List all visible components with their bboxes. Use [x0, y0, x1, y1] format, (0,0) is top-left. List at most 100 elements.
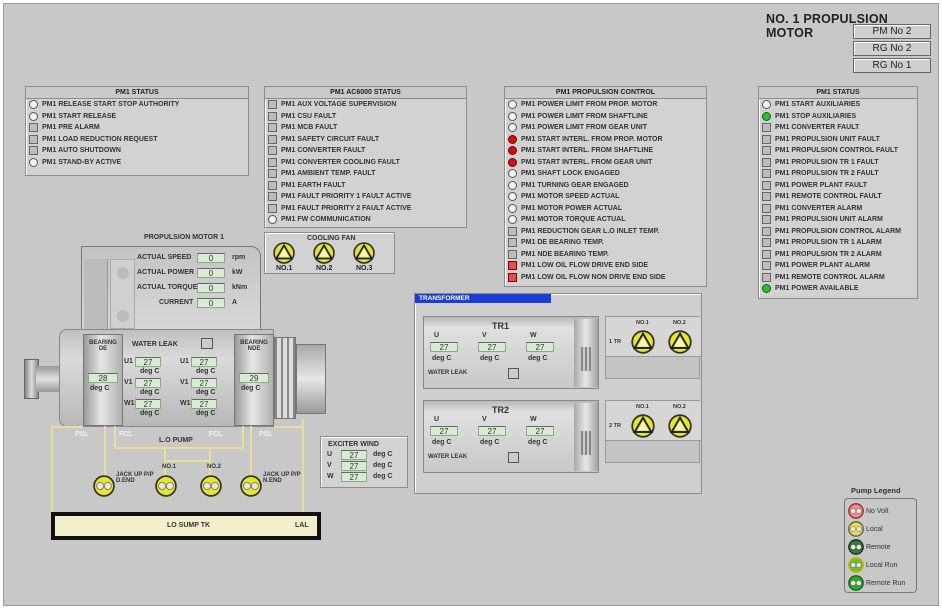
panel-title: PM1 STATUS: [759, 87, 917, 99]
lube-pump-icon[interactable]: [200, 475, 222, 502]
status-row[interactable]: PM1 START INTERL. FROM GEAR UNIT: [505, 157, 706, 169]
status-row[interactable]: PM1 PROPULSION TR 2 ALARM: [759, 249, 917, 261]
status-row[interactable]: PM1 POWER LIMIT FROM PROP. MOTOR: [505, 99, 706, 111]
status-row[interactable]: PM1 START INTERL. FROM SHAFTLINE: [505, 145, 706, 157]
pipe: [209, 448, 211, 476]
phase-unit: deg C: [432, 439, 452, 446]
status-row[interactable]: PM1 AMBIENT TEMP. FAULT: [265, 168, 466, 180]
status-label: PM1 START RELEASE: [42, 112, 117, 120]
status-row[interactable]: PM1 PROPULSION UNIT ALARM: [759, 214, 917, 226]
status-row[interactable]: PM1 LOW OIL FLOW NON DRIVE END SIDE: [505, 272, 706, 284]
status-row[interactable]: PM1 POWER AVAILABLE: [759, 283, 917, 295]
winding-unit: deg C: [196, 389, 216, 396]
status-row[interactable]: PM1 NDE BEARING TEMP.: [505, 249, 706, 261]
status-row[interactable]: PM1 START INTERL. FROM PROP. MOTOR: [505, 134, 706, 146]
status-label: PM1 POWER LIMIT FROM PROP. MOTOR: [521, 101, 658, 109]
status-row[interactable]: PM1 FW COMMUNICATION: [265, 214, 466, 226]
status-row[interactable]: PM1 START RELEASE: [26, 111, 248, 123]
status-row[interactable]: PM1 POWER PLANT ALARM: [759, 260, 917, 272]
bearing-nde-label: BEARING NDE: [240, 340, 268, 352]
status-square-icon: [29, 123, 38, 133]
status-row[interactable]: PM1 MOTOR POWER ACTUAL: [505, 203, 706, 215]
pm-no2-button[interactable]: PM No 2: [853, 24, 931, 39]
status-label: PM1 SHAFT LOCK ENGAGED: [521, 170, 620, 178]
status-row[interactable]: PM1 FAULT PRIORITY 1 FAULT ACTIVE: [265, 191, 466, 203]
transformer-fan-icon[interactable]: [668, 330, 692, 359]
cooling-fan-title: COOLING FAN: [307, 235, 356, 242]
status-row[interactable]: PM1 MOTOR TORQUE ACTUAL: [505, 214, 706, 226]
transformer-fan-icon[interactable]: [631, 330, 655, 359]
pump-status-icon: [848, 557, 864, 573]
transformer-panel: TRANSFORMER TR1 U 27 deg C V 27 deg C W 27 deg C W…: [414, 293, 702, 494]
status-row[interactable]: PM1 AUX VOLTAGE SUPERVISION: [265, 99, 466, 111]
bearing-de-label: BEARING DE: [89, 340, 117, 352]
status-row[interactable]: PM1 STOP AUXILIARIES: [759, 111, 917, 123]
fin-slot: [581, 347, 591, 371]
status-row[interactable]: PM1 TURNING GEAR ENGAGED: [505, 180, 706, 192]
rg-no1-button[interactable]: RG No 1: [853, 58, 931, 73]
status-label: PM1 AMBIENT TEMP. FAULT: [281, 170, 376, 178]
phase-value: 27: [478, 426, 506, 436]
water-leak-indicator[interactable]: [508, 368, 519, 379]
transformer-name: TR1: [492, 321, 510, 331]
pipe: [250, 426, 252, 476]
status-row[interactable]: PM1 RELEASE START STOP AUTHORITY: [26, 99, 248, 111]
status-row[interactable]: PM1 REMOTE CONTROL ALARM: [759, 272, 917, 284]
status-square-icon: [508, 249, 517, 259]
exciter-value: 27: [341, 472, 367, 482]
phase-label: W: [530, 416, 537, 423]
status-row[interactable]: PM1 CONVERTER FAULT: [759, 122, 917, 134]
status-row[interactable]: PM1 PROPULSION UNIT FAULT: [759, 134, 917, 146]
status-label: PM1 FW COMMUNICATION: [281, 216, 371, 224]
status-row[interactable]: PM1 EARTH FAULT: [265, 180, 466, 192]
status-row[interactable]: PM1 PROPULSION CONTROL FAULT: [759, 145, 917, 157]
status-row[interactable]: PM1 REDUCTION GEAR L.O INLET TEMP.: [505, 226, 706, 238]
legend-item: Remote Run: [848, 575, 905, 591]
status-row[interactable]: PM1 LOW OIL FLOW DRIVE END SIDE: [505, 260, 706, 272]
status-row[interactable]: PM1 DE BEARING TEMP.: [505, 237, 706, 249]
status-row[interactable]: PM1 CONVERTER FAULT: [265, 145, 466, 157]
lube-pump-icon[interactable]: [240, 475, 262, 502]
water-leak-indicator[interactable]: [508, 452, 519, 463]
lube-pump-icon[interactable]: [93, 475, 115, 502]
status-square-icon: [508, 261, 517, 271]
rg-no2-button[interactable]: RG No 2: [853, 41, 931, 56]
status-label: PM1 CSU FAULT: [281, 112, 337, 120]
status-row[interactable]: PM1 PROPULSION CONTROL ALARM: [759, 226, 917, 238]
status-row[interactable]: PM1 STAND-BY ACTIVE: [26, 157, 248, 169]
status-lamp-icon: [508, 215, 517, 225]
transformer-fan-icon[interactable]: [668, 414, 692, 443]
status-row[interactable]: PM1 FAULT PRIORITY 2 FAULT ACTIVE: [265, 203, 466, 215]
status-row[interactable]: PM1 MOTOR SPEED ACTUAL: [505, 191, 706, 203]
status-row[interactable]: PM1 SAFETY CIRCUIT FAULT: [265, 134, 466, 146]
winding-phase: U1: [124, 358, 133, 365]
water-leak-label: WATER LEAK: [132, 341, 178, 348]
status-square-icon: [29, 134, 38, 144]
status-row[interactable]: PM1 POWER LIMIT FROM GEAR UNIT: [505, 122, 706, 134]
lo-sump-label: LO SUMP TK: [167, 522, 211, 529]
status-square-icon: [268, 180, 277, 190]
water-leak-indicator[interactable]: [201, 338, 213, 349]
status-row[interactable]: PM1 START AUXILIARIES: [759, 99, 917, 111]
status-row[interactable]: PM1 PROPULSION TR 1 FAULT: [759, 157, 917, 169]
status-row[interactable]: PM1 PRE ALARM: [26, 122, 248, 134]
status-row[interactable]: PM1 REMOTE CONTROL FAULT: [759, 191, 917, 203]
status-row[interactable]: PM1 PROPULSION TR 1 ALARM: [759, 237, 917, 249]
lube-pump-icon[interactable]: [155, 475, 177, 502]
bearing-de-value: 28: [88, 373, 118, 383]
status-label: PM1 STAND-BY ACTIVE: [42, 158, 122, 166]
status-row[interactable]: PM1 SHAFT LOCK ENGAGED: [505, 168, 706, 180]
exciter-phase: V: [327, 462, 332, 469]
winding-phase: V1: [124, 379, 133, 386]
pipe: [164, 448, 166, 476]
status-row[interactable]: PM1 CSU FAULT: [265, 111, 466, 123]
status-row[interactable]: PM1 CONVERTER COOLING FAULT: [265, 157, 466, 169]
transformer-fan-icon[interactable]: [631, 414, 655, 443]
status-row[interactable]: PM1 LOAD REDUCTION REQUEST: [26, 134, 248, 146]
status-row[interactable]: PM1 CONVERTER ALARM: [759, 203, 917, 215]
status-row[interactable]: PM1 MCB FAULT: [265, 122, 466, 134]
status-row[interactable]: PM1 POWER LIMIT FROM SHAFTLINE: [505, 111, 706, 123]
status-row[interactable]: PM1 PROPULSION TR 2 FAULT: [759, 168, 917, 180]
status-row[interactable]: PM1 AUTO SHUTDOWN: [26, 145, 248, 157]
status-row[interactable]: PM1 POWER PLANT FAULT: [759, 180, 917, 192]
